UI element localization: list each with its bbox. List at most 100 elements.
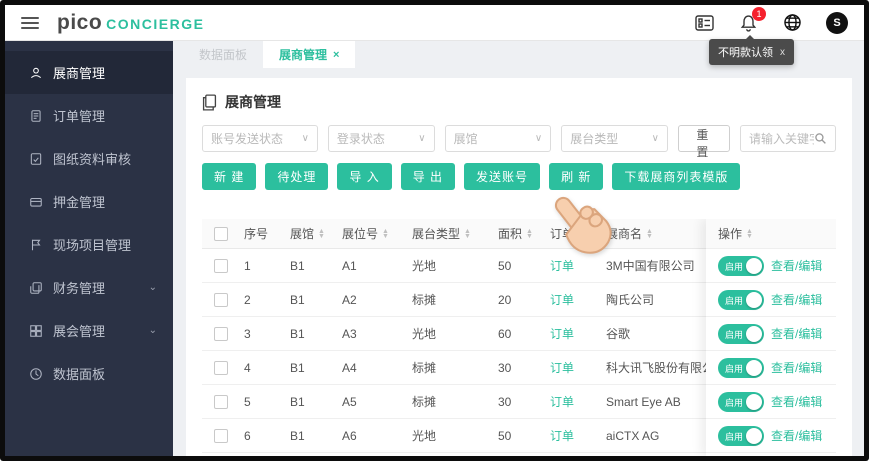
toggle-knob <box>746 257 762 274</box>
enable-toggle[interactable]: 启用 <box>718 425 764 446</box>
tab-label: 展商管理 <box>279 48 328 62</box>
sort-icon[interactable]: ▲▼ <box>526 228 533 240</box>
tab-close-icon[interactable]: × <box>333 49 339 61</box>
enable-toggle[interactable]: 启用 <box>718 391 764 412</box>
order-link[interactable]: 订单 <box>550 427 574 444</box>
keyword-search-input[interactable] <box>748 131 814 146</box>
filter-select-4[interactable]: 展台类型 ∨ <box>561 125 668 152</box>
globe-icon[interactable] <box>782 13 802 33</box>
sidebar-item-3[interactable]: 图纸资料审核 <box>5 137 173 180</box>
header-actions: 1 S <box>694 6 848 34</box>
filter-select-1[interactable]: 账号发送状态 ∨ <box>202 125 318 152</box>
sidebar-item-5[interactable]: 现场项目管理 <box>5 223 173 266</box>
reset-button[interactable]: 重 置 <box>677 125 730 159</box>
tooltip-close-icon[interactable]: x <box>780 47 785 58</box>
row-checkbox[interactable] <box>214 326 228 341</box>
cell: A2 <box>342 292 357 307</box>
view-edit-link[interactable]: 查看/编辑 <box>771 325 822 342</box>
column-header: 面积 ▲ ▼ <box>494 225 546 242</box>
sidebar-item-2[interactable]: 订单管理 <box>5 94 173 137</box>
sort-icon[interactable]: ▲▼ <box>318 228 325 240</box>
cell <box>202 428 240 443</box>
cell: 订单 <box>546 325 602 342</box>
view-edit-link[interactable]: 查看/编辑 <box>771 427 822 444</box>
enable-toggle[interactable]: 启用 <box>718 323 764 344</box>
header-checkbox-cell <box>202 226 240 241</box>
app-window: pico CONCIERGE 1 S 不明款认领 x 展商管理 订单管理 图纸资… <box>5 5 864 456</box>
cell: 2 <box>244 292 251 307</box>
exhibition-icon <box>29 324 43 338</box>
action-toolbar: 新 建待处理导 入导 出发送账号刷 新下载展商列表模版 <box>202 163 836 190</box>
toolbar-button-2[interactable]: 待处理 <box>265 163 329 190</box>
sidebar-item-label: 展会管理 <box>53 324 106 339</box>
toolbar-button-3[interactable]: 导 入 <box>337 163 392 190</box>
row-checkbox[interactable] <box>214 428 228 443</box>
toggle-knob <box>746 393 762 410</box>
bell-icon[interactable]: 1 <box>738 6 766 33</box>
toggle-knob <box>746 325 762 342</box>
view-edit-link[interactable]: 查看/编辑 <box>771 291 822 308</box>
user-avatar[interactable]: S <box>826 11 848 34</box>
enable-toggle[interactable]: 启用 <box>718 357 764 378</box>
chevron-down-icon: ⌄ <box>148 325 157 336</box>
toggle-label: 启用 <box>725 295 744 306</box>
toggle-knob <box>746 427 762 444</box>
cell: 订单 <box>546 359 602 376</box>
row-checkbox[interactable] <box>214 394 228 409</box>
claim-tooltip-text: 不明款认领 <box>718 47 773 59</box>
cell: A5 <box>342 394 357 409</box>
sort-icon[interactable]: ▲▼ <box>382 228 389 240</box>
toolbar-button-5[interactable]: 发送账号 <box>464 163 541 190</box>
order-link[interactable]: 订单 <box>550 325 574 342</box>
tab-1[interactable]: 数据面板 <box>183 41 263 68</box>
operation-column-header: 操作 ▲ ▼ <box>706 219 836 249</box>
search-icon[interactable] <box>814 132 827 145</box>
enable-toggle[interactable]: 启用 <box>718 289 764 310</box>
cell <box>202 394 240 409</box>
toolbar-button-1[interactable]: 新 建 <box>202 163 257 190</box>
toolbar-button-4[interactable]: 导 出 <box>400 163 456 190</box>
cell: B1 <box>290 326 305 341</box>
sort-icon[interactable]: ▲▼ <box>464 228 471 240</box>
cell: A4 <box>342 360 357 375</box>
order-link[interactable]: 订单 <box>550 393 574 410</box>
toolbar-button-7[interactable]: 下载展商列表模版 <box>612 163 741 190</box>
onsite-icon <box>29 238 43 252</box>
notification-badge: 1 <box>752 6 766 21</box>
toolbar-button-6[interactable]: 刷 新 <box>549 163 604 190</box>
view-edit-link[interactable]: 查看/编辑 <box>771 359 822 376</box>
sidebar-item-label: 订单管理 <box>53 109 106 124</box>
operation-row-3: 启用 查看/编辑 <box>706 317 836 351</box>
view-edit-link[interactable]: 查看/编辑 <box>771 257 822 274</box>
sidebar-item-7[interactable]: 展会管理 ⌄ <box>5 309 173 352</box>
view-edit-link[interactable]: 查看/编辑 <box>771 393 822 410</box>
cell: 订单 <box>546 427 602 444</box>
row-checkbox[interactable] <box>214 258 228 273</box>
cell: 4 <box>244 360 251 375</box>
sort-icon[interactable]: ▲▼ <box>646 228 653 240</box>
filter-select-2[interactable]: 登录状态 ∨ <box>327 125 435 152</box>
sidebar-item-8[interactable]: 数据面板 <box>5 352 173 395</box>
exhibitor-panel: 展商管理 账号发送状态∨登录状态∨展馆∨展台类型∨ 重 置 新 建待处 <box>186 78 852 456</box>
tab-2[interactable]: 展商管理 × <box>263 41 356 68</box>
order-link[interactable]: 订单 <box>550 291 574 308</box>
hamburger-menu-icon[interactable] <box>21 16 39 29</box>
sidebar-item-1[interactable]: 展商管理 <box>5 51 173 94</box>
claim-card-icon[interactable] <box>694 13 714 33</box>
sidebar-item-4[interactable]: 押金管理 <box>5 180 173 223</box>
sidebar-item-6[interactable]: 财务管理 ⌄ <box>5 266 173 309</box>
enable-toggle[interactable]: 启用 <box>718 255 764 276</box>
row-checkbox[interactable] <box>214 292 228 307</box>
cell: B1 <box>290 428 305 443</box>
cell: 标摊 <box>412 395 437 409</box>
filter-select-3[interactable]: 展馆 ∨ <box>444 125 552 152</box>
column-header-label: 序号 <box>244 227 269 241</box>
select-all-checkbox[interactable] <box>214 226 228 241</box>
select-placeholder: 展台类型 <box>570 132 619 146</box>
sort-icon[interactable]: ▲▼ <box>746 228 753 240</box>
row-checkbox[interactable] <box>214 360 228 375</box>
logo-pico-text: pico <box>57 10 103 34</box>
order-link[interactable]: 订单 <box>550 359 574 376</box>
cell: B1 <box>290 360 305 375</box>
tab-label: 数据面板 <box>199 48 248 62</box>
